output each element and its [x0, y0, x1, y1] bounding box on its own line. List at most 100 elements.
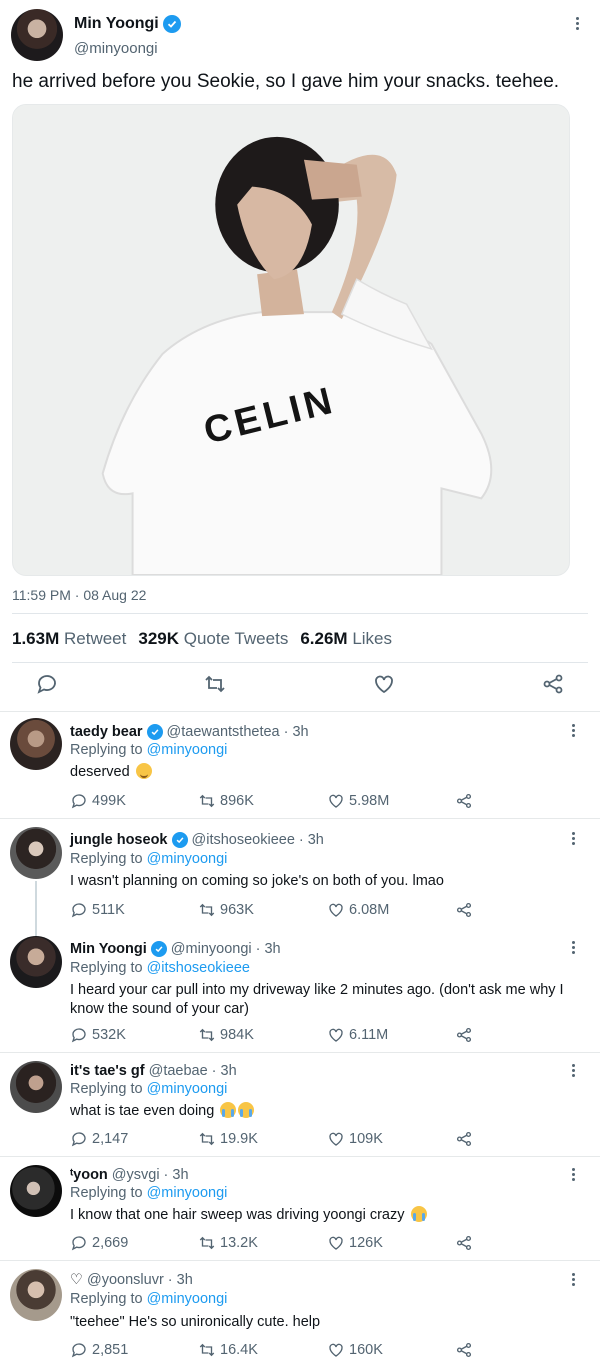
- reply-avatar[interactable]: [10, 1061, 62, 1113]
- replying-to-link[interactable]: @minyoongi: [147, 1185, 228, 1201]
- reply-avatar[interactable]: [10, 827, 62, 879]
- separator: [0, 711, 600, 712]
- replying-to: Replying to @itshoseokieee: [70, 960, 250, 976]
- like-button[interactable]: 126K: [327, 1234, 383, 1252]
- reply-header: it's tae's gf @taebae · 3h: [70, 1063, 237, 1079]
- replying-to-link[interactable]: @itshoseokieee: [147, 960, 250, 976]
- reply-avatar[interactable]: [10, 1165, 62, 1217]
- reply-time[interactable]: · 3h: [256, 941, 281, 957]
- replying-to: Replying to @minyoongi: [70, 851, 228, 867]
- reply-author-handle[interactable]: @taebae: [149, 1063, 208, 1079]
- more-icon[interactable]: [574, 17, 580, 30]
- crying-face-icon: [220, 1102, 237, 1118]
- reply-text: I heard your car pull into my driveway l…: [70, 982, 564, 1017]
- retweet-button[interactable]: 13.2K: [198, 1234, 258, 1252]
- reply-author-name[interactable]: ᵗyoon: [70, 1167, 108, 1183]
- like-button[interactable]: 160K: [327, 1341, 383, 1359]
- reply-button[interactable]: 499K: [70, 792, 126, 810]
- reply-time[interactable]: · 3h: [212, 1063, 237, 1079]
- reply-button[interactable]: 532K: [70, 1026, 126, 1044]
- replying-to: Replying to @minyoongi: [70, 742, 228, 758]
- verified-badge-icon: [150, 941, 167, 957]
- more-icon[interactable]: [570, 1064, 576, 1077]
- tweet-timestamp[interactable]: 11:59 PM · 08 Aug 22: [12, 587, 146, 603]
- crying-face-icon: [410, 1206, 427, 1222]
- author-handle[interactable]: @minyoongi: [74, 40, 158, 57]
- reply-author-name[interactable]: jungle hoseok: [70, 832, 168, 848]
- reply-author-handle[interactable]: @minyoongi: [171, 941, 252, 957]
- like-stat[interactable]: 6.26M Likes: [300, 629, 392, 649]
- retweet-stat[interactable]: 1.63M Retweet: [12, 629, 126, 649]
- more-icon[interactable]: [570, 941, 576, 954]
- reply-avatar[interactable]: [10, 1269, 62, 1321]
- reply-button[interactable]: 2,851: [70, 1341, 128, 1359]
- replying-to: Replying to @minyoongi: [70, 1081, 228, 1097]
- reply-button[interactable]: 2,669: [70, 1234, 128, 1252]
- verified-badge-icon: [146, 724, 163, 740]
- replying-to-link[interactable]: @minyoongi: [147, 851, 228, 867]
- retweet-button[interactable]: 16.4K: [198, 1341, 258, 1359]
- separator: [0, 1052, 600, 1053]
- more-icon[interactable]: [570, 1168, 576, 1181]
- more-icon[interactable]: [570, 1273, 576, 1286]
- relieved-face-icon: [135, 763, 152, 779]
- reply-text: deserved: [70, 763, 570, 782]
- like-button[interactable]: 6.08M: [327, 901, 389, 919]
- retweet-button[interactable]: 984K: [198, 1026, 254, 1044]
- share-icon[interactable]: [455, 1130, 473, 1148]
- reply-author-handle[interactable]: @ysvgi: [112, 1167, 160, 1183]
- reply-author-name[interactable]: ♡: [70, 1272, 83, 1288]
- reply-text: what is tae even doing: [70, 1102, 570, 1121]
- share-icon[interactable]: [455, 792, 473, 810]
- reply-author-name[interactable]: it's tae's gf: [70, 1063, 145, 1079]
- reply-author-handle[interactable]: @taewantsthetea: [167, 724, 280, 740]
- divider: [12, 662, 588, 663]
- share-icon[interactable]: [541, 672, 565, 696]
- reply-author-handle[interactable]: @yoonsluvr: [87, 1272, 164, 1288]
- more-icon[interactable]: [570, 724, 576, 737]
- reply-avatar[interactable]: [10, 718, 62, 770]
- author-avatar[interactable]: [11, 9, 63, 61]
- reply-time[interactable]: · 3h: [168, 1272, 193, 1288]
- retweet-button[interactable]: 19.9K: [198, 1130, 258, 1148]
- reply-author-handle[interactable]: @itshoseokieee: [192, 832, 295, 848]
- reply-button[interactable]: 511K: [70, 901, 125, 919]
- replying-to-link[interactable]: @minyoongi: [147, 1291, 228, 1307]
- separator: [0, 818, 600, 819]
- reply-author-name[interactable]: taedy bear: [70, 724, 143, 740]
- replying-to-link[interactable]: @minyoongi: [147, 742, 228, 758]
- like-button[interactable]: 109K: [327, 1130, 383, 1148]
- like-button[interactable]: 6.11M: [327, 1026, 388, 1044]
- reply-icon[interactable]: [35, 672, 59, 696]
- retweet-icon[interactable]: [203, 672, 227, 696]
- like-icon[interactable]: [372, 672, 396, 696]
- separator: [0, 1260, 600, 1261]
- replying-to: Replying to @minyoongi: [70, 1185, 228, 1201]
- author-name-row[interactable]: Min Yoongi: [74, 15, 181, 33]
- reply-time[interactable]: · 3h: [299, 832, 324, 848]
- reply-text: I know that one hair sweep was driving y…: [70, 1206, 570, 1225]
- retweet-button[interactable]: 963K: [198, 901, 254, 919]
- reply-button[interactable]: 2,147: [70, 1130, 128, 1148]
- retweet-button[interactable]: 896K: [198, 792, 254, 810]
- share-icon[interactable]: [455, 1026, 473, 1044]
- like-button[interactable]: 5.98M: [327, 792, 389, 810]
- share-icon[interactable]: [455, 1341, 473, 1359]
- reply-header: ♡ @yoonsluvr · 3h: [70, 1272, 193, 1288]
- reply-author-name[interactable]: Min Yoongi: [70, 941, 147, 957]
- reply-header: ᵗyoon @ysvgi · 3h: [70, 1167, 189, 1183]
- replying-to-link[interactable]: @minyoongi: [147, 1081, 228, 1097]
- tweet-photo[interactable]: CELIN: [12, 104, 570, 576]
- tweet-text: he arrived before you Seokie, so I gave …: [12, 71, 560, 92]
- more-icon[interactable]: [570, 832, 576, 845]
- quote-stat[interactable]: 329K Quote Tweets: [138, 629, 288, 649]
- share-icon[interactable]: [455, 1234, 473, 1252]
- thread-line: [35, 881, 37, 936]
- reply-header: taedy bear @taewantsthetea · 3h: [70, 724, 309, 740]
- reply-avatar[interactable]: [10, 936, 62, 988]
- reply-time[interactable]: · 3h: [284, 724, 309, 740]
- author-name[interactable]: Min Yoongi: [74, 15, 159, 33]
- verified-badge-icon: [171, 832, 188, 848]
- share-icon[interactable]: [455, 901, 473, 919]
- reply-time[interactable]: · 3h: [164, 1167, 189, 1183]
